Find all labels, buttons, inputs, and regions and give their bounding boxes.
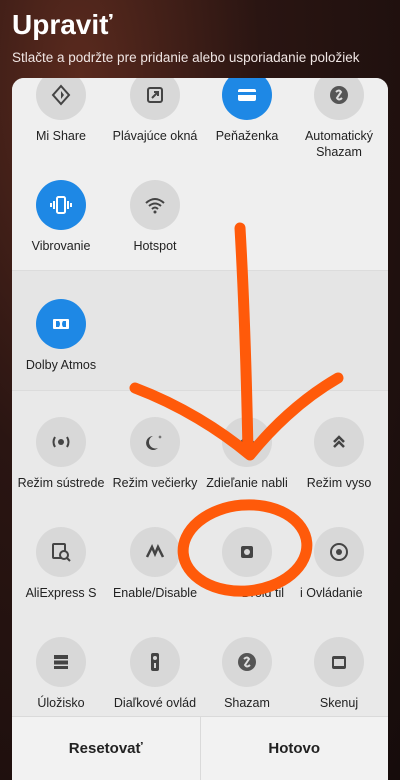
- tile-dolby[interactable]: Dolby Atmos: [14, 299, 108, 373]
- tile-label: Zdieľanie nabli: [206, 476, 288, 490]
- page-title: Upraviť: [12, 9, 113, 40]
- tile-enable-disable[interactable]: Enable/Disable: [108, 527, 202, 601]
- tile-hotspot[interactable]: Hotspot: [108, 180, 202, 254]
- wallet-icon: [222, 78, 272, 120]
- tile-label: Úložisko: [37, 696, 85, 710]
- mi-share-icon: [36, 78, 86, 120]
- tile-nearby-share[interactable]: Zdieľanie nabli: [200, 417, 294, 491]
- shazam-icon: [314, 78, 364, 120]
- tile-storage[interactable]: Úložisko: [14, 637, 108, 711]
- tile-remote[interactable]: Diaľkové ovlád: [108, 637, 202, 711]
- tile-aliexpress[interactable]: AliExpress S: [14, 527, 108, 601]
- tile-label: Skenuj: [319, 696, 359, 710]
- bedtime-icon: [130, 417, 180, 467]
- tile-high-mode[interactable]: Režim vyso: [292, 417, 386, 491]
- vibrate-icon: [36, 180, 86, 230]
- bottom-bar: Resetovať Hotovo: [12, 716, 388, 780]
- tile-label: Vibrovanie: [31, 239, 91, 253]
- tile-label: Mi Share: [35, 129, 87, 143]
- tile-control[interactable]: i Ovládanie: [292, 527, 386, 601]
- tile-bedtime[interactable]: Režim večierky: [108, 417, 202, 491]
- tile-label: Dolby Atmos: [25, 358, 97, 372]
- tile-label: Droid til: [241, 586, 284, 600]
- scan-icon: [314, 637, 364, 687]
- toggle-m-icon: [130, 527, 180, 577]
- tile-label: Shazam: [224, 696, 270, 710]
- tile-vibrate[interactable]: Vibrovanie: [14, 180, 108, 254]
- tile-label: Peňaženka: [215, 129, 279, 143]
- gear-icon: [222, 527, 272, 577]
- tile-focus[interactable]: Režim sústrede: [14, 417, 108, 491]
- floating-window-icon: [130, 78, 180, 120]
- page-subtitle: Stlačte a podržte pre pridanie alebo usp…: [12, 50, 360, 65]
- tile-label: Režim vyso: [306, 476, 372, 490]
- tile-scan[interactable]: Skenuj: [292, 637, 386, 711]
- tile-wallet[interactable]: Peňaženka: [200, 78, 294, 144]
- tile-label: i Ovládanie: [300, 586, 363, 600]
- tile-label: Režim večierky: [112, 476, 198, 490]
- available-tiles-section: Režim sústrede Režim večierky Zdieľanie …: [12, 390, 388, 716]
- tile-shazam[interactable]: Shazam: [200, 637, 294, 711]
- high-mode-icon: [314, 417, 364, 467]
- shazam-icon: [222, 637, 272, 687]
- tile-mi-share[interactable]: Mi Share: [14, 78, 108, 144]
- tile-label: Enable/Disable: [112, 586, 198, 600]
- tile-label: Hotspot: [133, 239, 177, 253]
- tiles-panel: Mi Share Plávajúce okná Peňaženka Automa…: [12, 78, 388, 716]
- hotspot-icon: [130, 180, 180, 230]
- tile-label: Diaľkové ovlád: [113, 696, 197, 710]
- tile-label: Plávajúce okná: [112, 129, 198, 143]
- aliexpress-icon: [36, 527, 86, 577]
- done-button[interactable]: Hotovo: [201, 717, 389, 780]
- tile-label: AliExpress S: [25, 586, 97, 600]
- focus-icon: [36, 417, 86, 467]
- tile-label: Režim sústrede: [17, 476, 105, 490]
- reset-button[interactable]: Resetovať: [12, 717, 201, 780]
- middle-tiles-section: Dolby Atmos: [12, 270, 388, 390]
- control-icon: [314, 527, 364, 577]
- dolby-icon: [36, 299, 86, 349]
- active-tiles-section: Mi Share Plávajúce okná Peňaženka Automa…: [12, 78, 388, 270]
- tile-droid[interactable]: Droid til: [200, 527, 294, 601]
- tile-label: Automatický Shazam: [304, 129, 374, 159]
- remote-icon: [130, 637, 180, 687]
- tile-floating-window[interactable]: Plávajúce okná: [108, 78, 202, 144]
- storage-icon: [36, 637, 86, 687]
- tile-auto-shazam[interactable]: Automatický Shazam: [292, 78, 386, 160]
- header: Upraviť Stlačte a podržte pre pridanie a…: [12, 6, 392, 65]
- nearby-share-icon: [222, 417, 272, 467]
